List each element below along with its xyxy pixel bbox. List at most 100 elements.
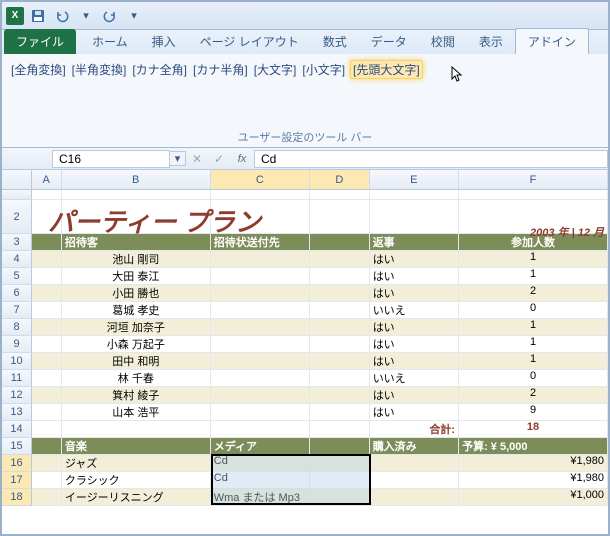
addin-proper[interactable]: [先頭大文字] [350, 60, 423, 79]
cell[interactable] [310, 268, 370, 285]
cell[interactable]: 河垣 加奈子 [62, 319, 211, 336]
col-E[interactable]: E [370, 170, 459, 189]
save-icon[interactable] [28, 6, 48, 26]
cell[interactable] [370, 472, 459, 489]
cell[interactable] [32, 302, 62, 319]
cell[interactable] [211, 353, 310, 370]
cell[interactable]: 1 [459, 268, 608, 285]
cell[interactable]: 0 [459, 302, 608, 319]
tab-formulas[interactable]: 数式 [311, 29, 359, 54]
row-header[interactable]: 18 [2, 489, 32, 506]
chevron-down-icon[interactable]: ▾ [76, 6, 96, 26]
worksheet[interactable]: A B C D E F 23456789101112131415161718 招… [2, 170, 608, 190]
cell[interactable] [370, 455, 459, 472]
tab-insert[interactable]: 挿入 [140, 29, 188, 54]
cell[interactable] [310, 302, 370, 319]
cell[interactable] [32, 387, 62, 404]
cell[interactable] [211, 190, 310, 200]
cell[interactable]: はい [370, 387, 459, 404]
cell[interactable]: 返事 [370, 234, 459, 251]
cell[interactable] [32, 251, 62, 268]
cell[interactable]: 1 [459, 336, 608, 353]
row-header[interactable]: 11 [2, 370, 32, 387]
row-header[interactable]: 4 [2, 251, 32, 268]
cell[interactable] [211, 319, 310, 336]
cell[interactable] [32, 370, 62, 387]
row-header[interactable]: 6 [2, 285, 32, 302]
row-header[interactable]: 16 [2, 455, 32, 472]
cell[interactable]: 購入済み [370, 438, 459, 455]
tab-addin[interactable]: アドイン [515, 28, 589, 54]
row-header[interactable]: 9 [2, 336, 32, 353]
addin-kana-zen[interactable]: [カナ全角] [131, 60, 188, 79]
cell[interactable]: 田中 和明 [62, 353, 211, 370]
row-header[interactable]: 3 [2, 234, 32, 251]
cell[interactable]: 林 千春 [62, 370, 211, 387]
row-header[interactable]: 14 [2, 421, 32, 438]
cell[interactable]: メディア [211, 438, 310, 455]
undo-icon[interactable] [52, 6, 72, 26]
cell[interactable]: 1 [459, 353, 608, 370]
tab-data[interactable]: データ [359, 29, 419, 54]
cell[interactable]: いいえ [370, 302, 459, 319]
cell[interactable] [310, 319, 370, 336]
tab-layout[interactable]: ページ レイアウト [188, 29, 311, 54]
addin-lower[interactable]: [小文字] [301, 60, 346, 79]
col-A[interactable]: A [32, 170, 62, 189]
cell[interactable]: はい [370, 336, 459, 353]
cell[interactable] [32, 472, 62, 489]
cell[interactable]: はい [370, 285, 459, 302]
name-box[interactable]: C16 [52, 150, 170, 168]
chevron-down-icon[interactable]: ▾ [124, 6, 144, 26]
formula-input[interactable]: Cd [254, 150, 608, 168]
cell[interactable]: 小森 万起子 [62, 336, 211, 353]
cell[interactable] [310, 370, 370, 387]
row-header[interactable]: 8 [2, 319, 32, 336]
cell[interactable] [32, 353, 62, 370]
cell[interactable]: イージーリスニング [62, 489, 211, 506]
cell[interactable] [62, 421, 211, 438]
cell[interactable] [370, 200, 459, 234]
addin-kana-han[interactable]: [カナ半角] [192, 60, 249, 79]
cell[interactable]: 小田 勝也 [62, 285, 211, 302]
cell[interactable] [32, 404, 62, 421]
row-header[interactable]: 12 [2, 387, 32, 404]
cell[interactable] [32, 336, 62, 353]
row-header[interactable]: 2 [2, 200, 32, 234]
cell[interactable]: ¥1,980 [459, 472, 608, 489]
cell[interactable]: 1 [459, 251, 608, 268]
cell[interactable]: 18 [459, 421, 608, 438]
col-D[interactable]: D [310, 170, 370, 189]
cell[interactable] [211, 336, 310, 353]
cell[interactable]: はい [370, 251, 459, 268]
cell[interactable]: 2 [459, 387, 608, 404]
cell[interactable]: 9 [459, 404, 608, 421]
row-header[interactable]: 7 [2, 302, 32, 319]
cell[interactable]: 1 [459, 319, 608, 336]
fx-icon[interactable]: fx [230, 153, 254, 165]
cell[interactable]: 合計: [370, 421, 459, 438]
cell[interactable] [459, 190, 608, 200]
cell[interactable] [32, 319, 62, 336]
cell[interactable] [211, 421, 310, 438]
cell[interactable]: はい [370, 404, 459, 421]
cell[interactable] [32, 190, 62, 200]
namebox-dropdown[interactable]: ▾ [170, 151, 186, 166]
cell[interactable] [310, 336, 370, 353]
cell[interactable] [32, 285, 62, 302]
cell[interactable] [310, 200, 370, 234]
addin-upper[interactable]: [大文字] [253, 60, 298, 79]
tab-home[interactable]: ホーム [80, 29, 140, 54]
cell[interactable] [310, 190, 370, 200]
cell[interactable] [310, 438, 370, 455]
cell[interactable] [32, 268, 62, 285]
col-F[interactable]: F [459, 170, 608, 189]
tab-review[interactable]: 校閲 [419, 29, 467, 54]
row-header[interactable]: 17 [2, 472, 32, 489]
cell[interactable] [32, 438, 62, 455]
cell[interactable] [370, 489, 459, 506]
cell[interactable]: ジャズ [62, 455, 211, 472]
cell[interactable]: 葛城 孝史 [62, 302, 211, 319]
cell[interactable]: 0 [459, 370, 608, 387]
cell[interactable] [62, 190, 211, 200]
